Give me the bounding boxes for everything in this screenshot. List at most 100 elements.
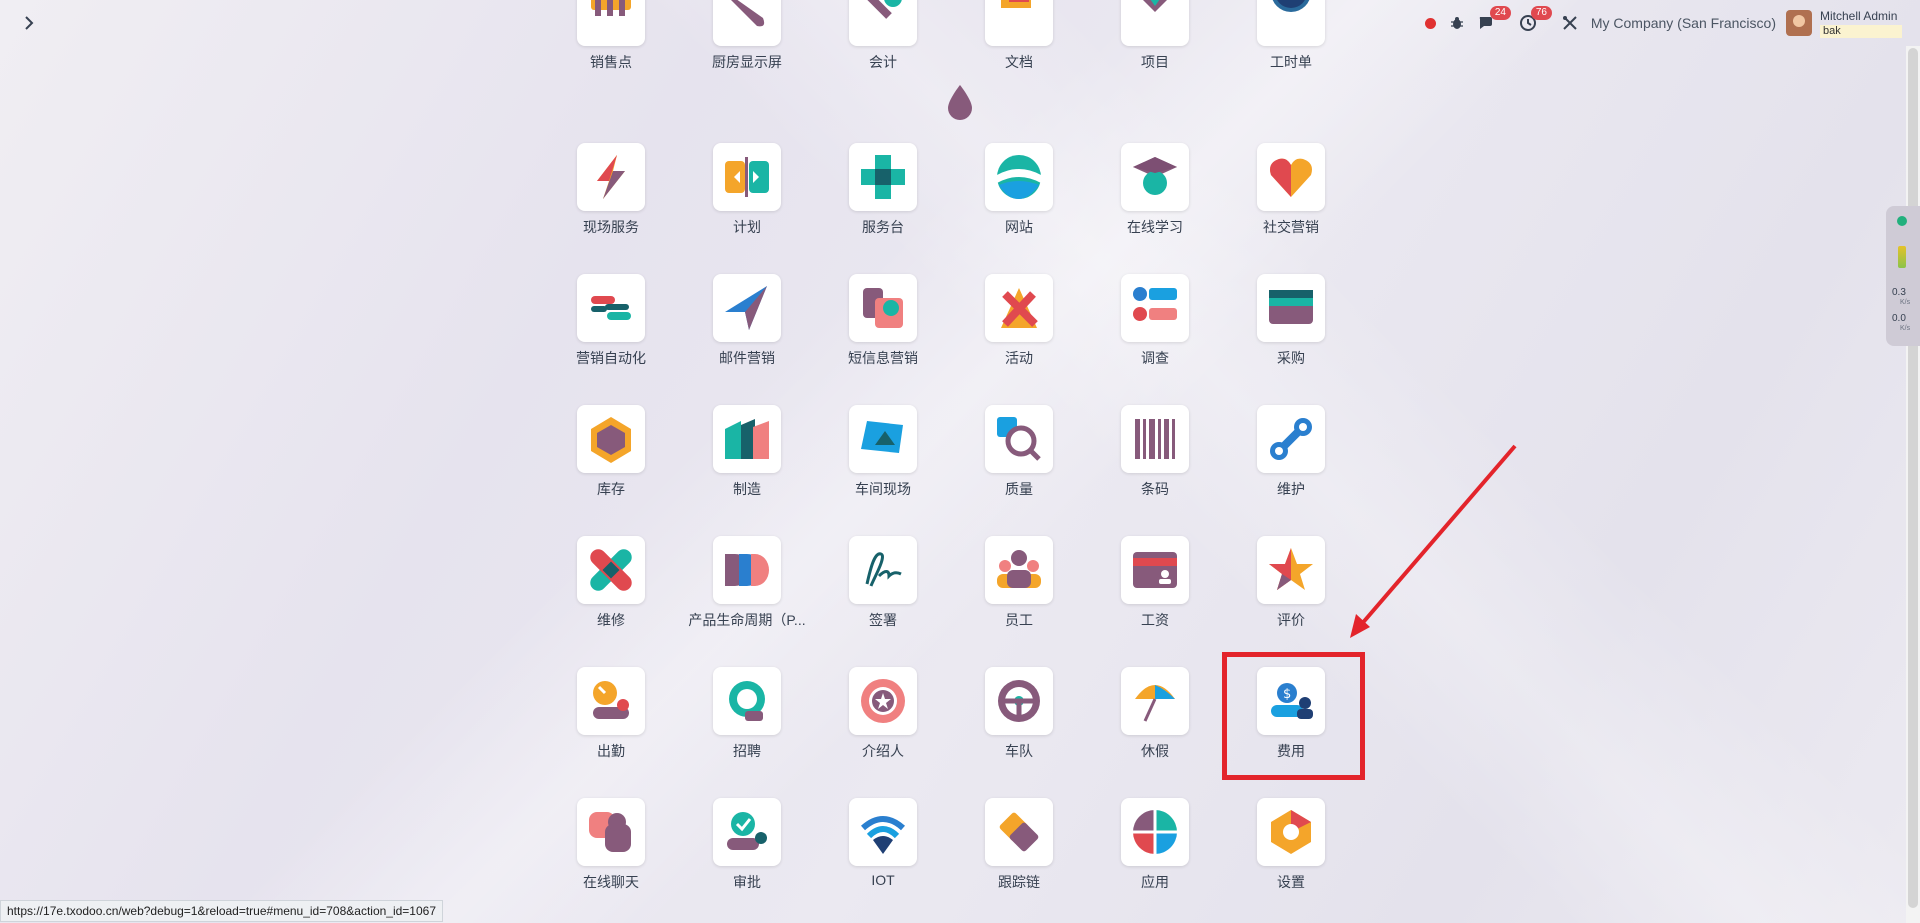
app-payroll[interactable]: 工资 [1087,536,1223,656]
record-icon[interactable] [1424,0,1436,46]
app-planning[interactable]: 计划 [679,143,815,263]
app-label: 调查 [1141,350,1169,366]
app-label: 短信息营销 [848,350,918,366]
app-accounting[interactable]: 会计 [815,0,951,98]
activities-badge: 76 [1530,6,1552,20]
company-switcher[interactable]: My Company (San Francisco) [1591,15,1776,31]
user-menu[interactable]: Mitchell Admin bak [1820,9,1902,38]
app-label: 邮件营销 [719,350,775,366]
link-status-bar: https://17e.txodoo.cn/web?debug=1&reload… [0,900,444,922]
app-project[interactable]: 项目 [1087,0,1223,98]
referral-icon [849,667,917,735]
scrollbar-thumb[interactable] [1908,48,1918,908]
app-recruitment[interactable]: 招聘 [679,667,815,787]
app-label: 会计 [869,54,897,70]
bug-icon[interactable] [1450,0,1464,46]
app-marketing-automation[interactable]: 营销自动化 [543,274,679,394]
app-sms[interactable]: 短信息营销 [815,274,951,394]
app-elearning[interactable]: 在线学习 [1087,143,1223,263]
avatar[interactable] [1786,10,1812,36]
app-label: 制造 [733,481,761,497]
app-email-marketing[interactable]: 邮件营销 [679,274,815,394]
repair-icon [577,536,645,604]
app-survey[interactable]: 调查 [1087,274,1223,394]
tracking-link-icon [985,798,1053,866]
status-dot [1897,216,1907,226]
app-repair[interactable]: 维修 [543,536,679,656]
app-maintenance[interactable]: 维护 [1223,405,1359,525]
app-apps[interactable]: 应用 [1087,798,1223,918]
app-attendance[interactable]: 出勤 [543,667,679,787]
network-monitor-widget[interactable]: 0.3 K/s 0.0 K/s [1886,206,1920,346]
app-kitchen[interactable]: 厨房显示屏 [679,0,815,98]
email-marketing-icon [713,274,781,342]
app-iot[interactable]: IOT [815,798,951,918]
website-icon [985,143,1053,211]
app-label: 签署 [869,612,897,628]
app-shop-floor[interactable]: 车间现场 [815,405,951,525]
download-speed: 0.0 [1892,313,1906,324]
app-settings[interactable]: 设置 [1223,798,1359,918]
app-label: 服务台 [862,219,904,235]
upload-speed: 0.3 [1892,287,1906,298]
accounting-icon [849,0,917,46]
app-purchase[interactable]: 采购 [1223,274,1359,394]
app-label: 招聘 [733,743,761,759]
app-employees[interactable]: 员工 [951,536,1087,656]
app-label: 项目 [1141,54,1169,70]
app-plm[interactable]: 产品生命周期（P... [679,536,815,656]
app-pos[interactable]: 销售点 [543,0,679,98]
sms-icon [849,274,917,342]
app-label: 介绍人 [862,743,904,759]
tools-icon[interactable] [1562,0,1578,46]
app-field-service[interactable]: 现场服务 [543,143,679,263]
app-label: 休假 [1141,743,1169,759]
app-manufacturing[interactable]: 制造 [679,405,815,525]
app-label: 工时单 [1270,54,1312,70]
app-label: 车队 [1005,743,1033,759]
maintenance-icon [1257,405,1325,473]
sign-icon [849,536,917,604]
app-label: 网站 [1005,219,1033,235]
app-referral[interactable]: 介绍人 [815,667,951,787]
app-sign[interactable]: 签署 [815,536,951,656]
app-social[interactable]: 社交营销 [1223,143,1359,263]
app-label: 销售点 [590,54,632,70]
app-fleet[interactable]: 车队 [951,667,1087,787]
app-label: 在线学习 [1127,219,1183,235]
chevron-right-icon[interactable] [18,12,40,34]
app-helpdesk[interactable]: 服务台 [815,143,951,263]
app-label: 社交营销 [1263,219,1319,235]
app-tracking-link[interactable]: 跟踪链 [951,798,1087,918]
marketing-automation-icon [577,274,645,342]
app-timesheet[interactable]: 工时单 [1223,0,1359,98]
systray: 24 76 My Company (San Francisco) Mitchel… [1418,0,1902,46]
app-quality[interactable]: 质量 [951,405,1087,525]
signal-bar [1898,246,1906,268]
app-appraisal[interactable]: 评价 [1223,536,1359,656]
employees-icon [985,536,1053,604]
app-label: 设置 [1277,874,1305,890]
app-label: 现场服务 [583,219,639,235]
app-barcode[interactable]: 条码 [1087,405,1223,525]
manufacturing-icon [713,405,781,473]
elearning-icon [1121,143,1189,211]
app-live-chat[interactable]: 在线聊天 [543,798,679,918]
messages-icon[interactable]: 24 [1478,0,1511,46]
app-label: 厨房显示屏 [712,54,782,70]
app-approvals[interactable]: 审批 [679,798,815,918]
database-name: bak [1820,24,1902,38]
app-label: 跟踪链 [998,874,1040,890]
app-label: 条码 [1141,481,1169,497]
app-inventory[interactable]: 库存 [543,405,679,525]
project-icon [1121,0,1189,46]
app-website[interactable]: 网站 [951,143,1087,263]
shop-floor-icon [849,405,917,473]
app-label: 出勤 [597,743,625,759]
activity-clock-icon[interactable]: 76 [1519,0,1552,46]
attendance-icon [577,667,645,735]
app-events[interactable]: 活动 [951,274,1087,394]
highlight-box [1222,652,1365,780]
messages-badge: 24 [1489,6,1511,20]
app-time-off[interactable]: 休假 [1087,667,1223,787]
